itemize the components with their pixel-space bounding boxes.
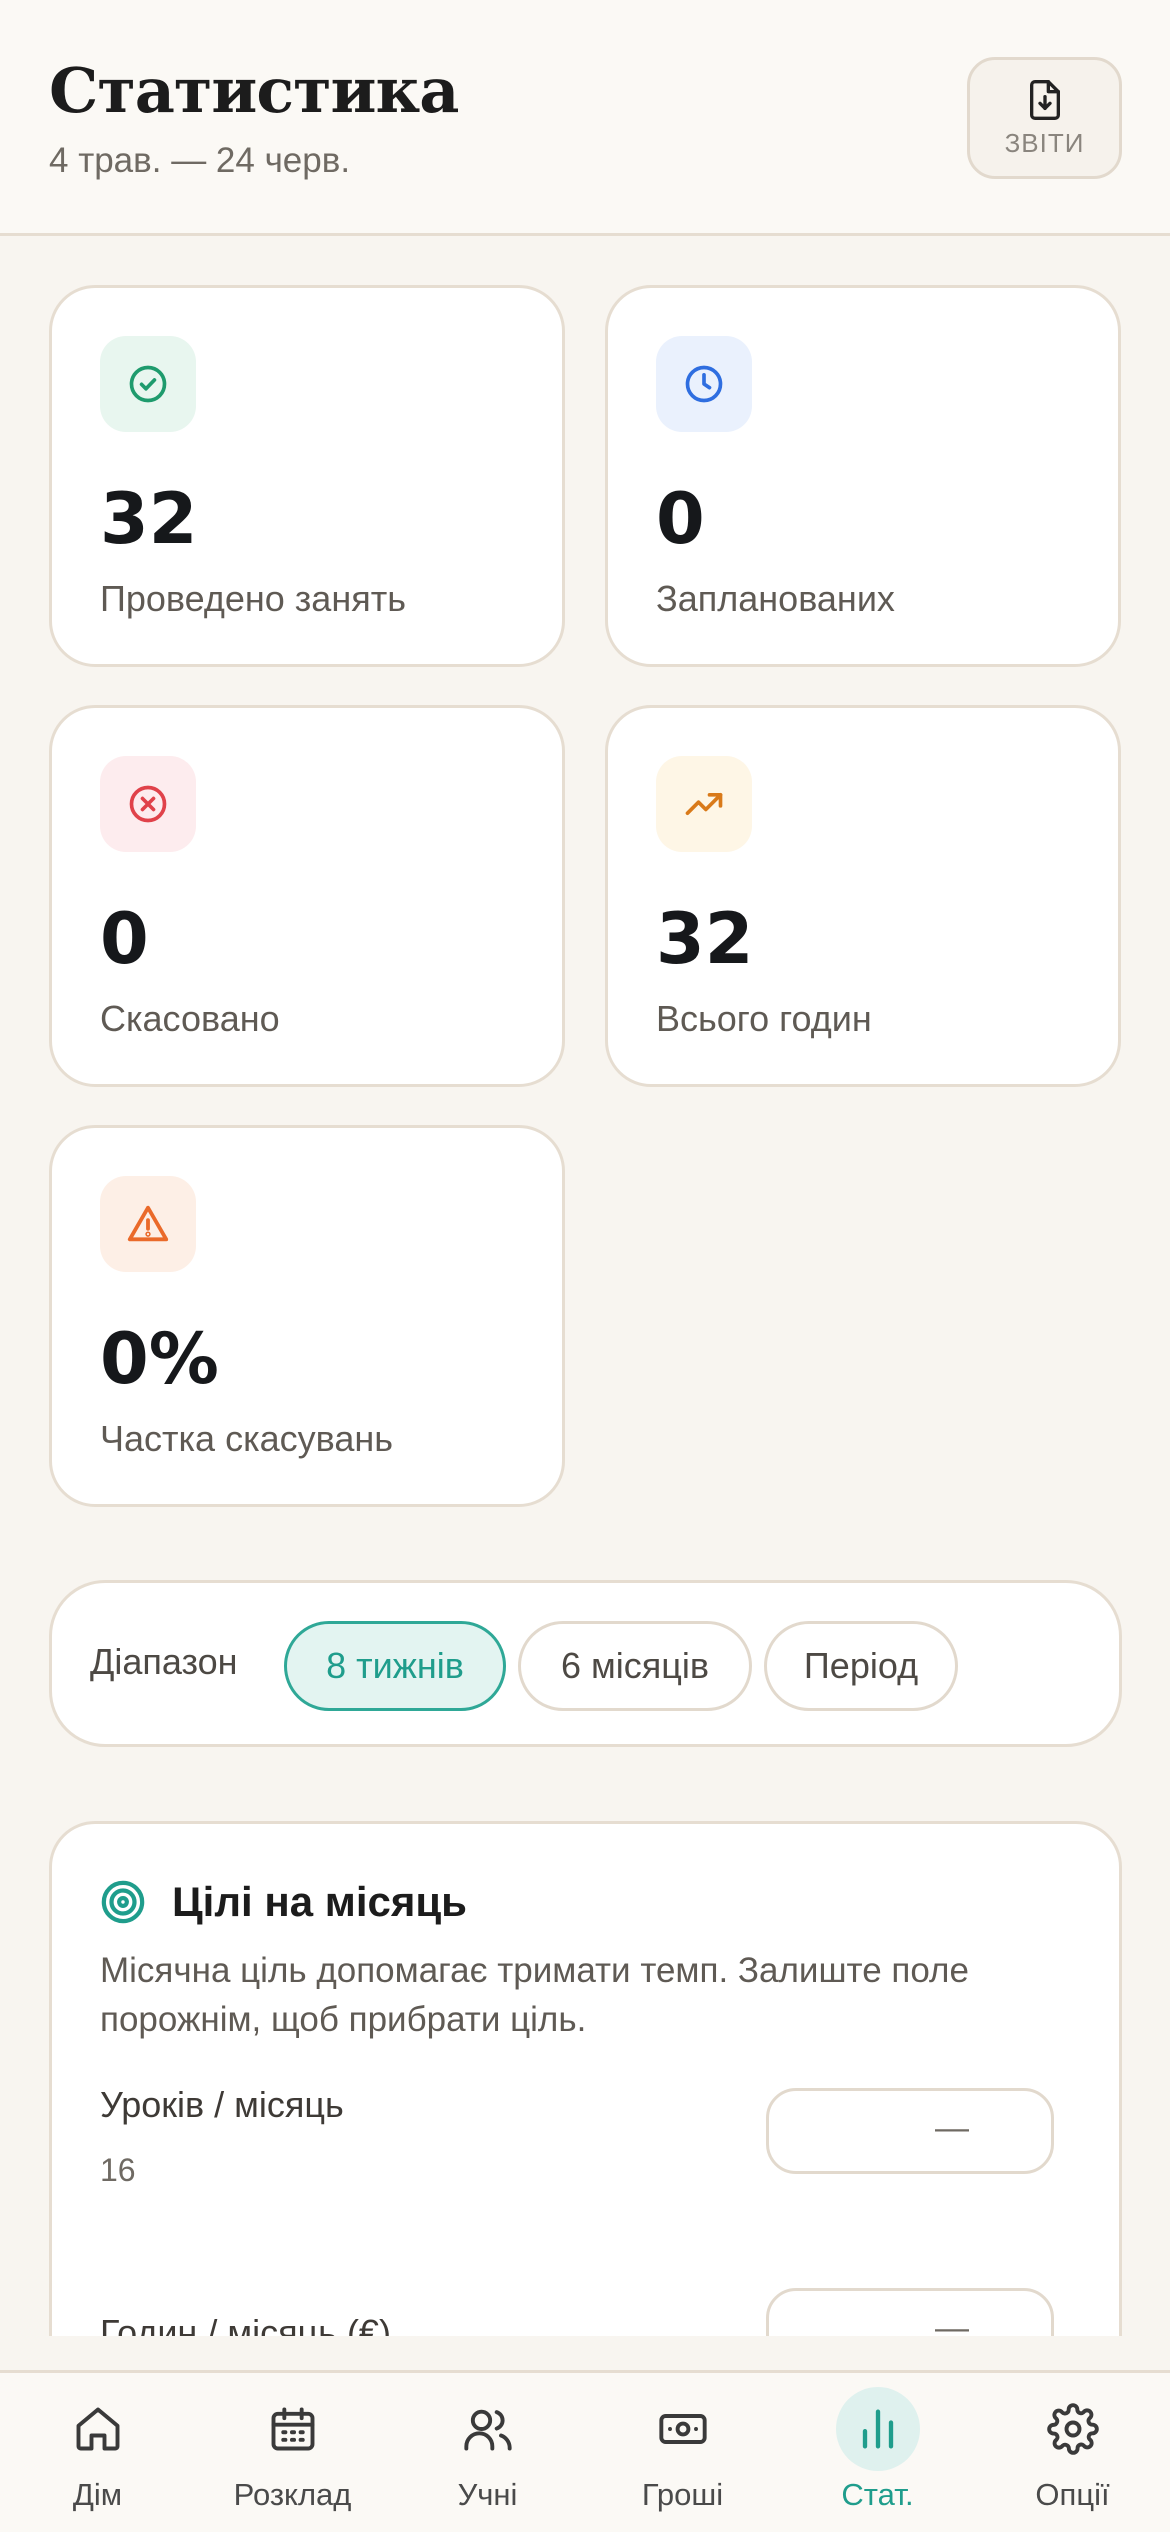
users-icon <box>446 2387 530 2471</box>
goals-header: Цілі на місяць <box>100 1878 467 1926</box>
stat-card-cancelled: 0 Скасовано <box>49 705 565 1087</box>
page-header: Статистика 4 трав. — 24 черв. ЗВІТИ <box>0 0 1170 236</box>
gear-icon <box>1031 2387 1115 2471</box>
nav-item-schedule[interactable]: Розклад <box>195 2373 390 2532</box>
range-selector: Діапазон 8 тижнів 6 місяців Період <box>49 1580 1122 1747</box>
nav-label: Стат. <box>841 2477 914 2512</box>
scroll-fade <box>0 2336 1170 2372</box>
trending-up-icon <box>656 756 752 852</box>
stat-card-cancel-rate: 0% Частка скасувань <box>49 1125 565 1507</box>
nav-item-stats[interactable]: Стат. <box>780 2373 975 2532</box>
nav-label: Учні <box>457 2477 518 2512</box>
range-chip-6-months[interactable]: 6 місяців <box>518 1621 752 1711</box>
calendar-icon <box>251 2387 335 2471</box>
file-download-icon <box>1029 79 1060 120</box>
home-icon <box>56 2387 140 2471</box>
goals-title: Цілі на місяць <box>172 1878 468 1925</box>
goal-input-value: — <box>935 2109 969 2147</box>
stat-value: 0 <box>100 898 149 980</box>
stat-card-planned: 0 Запланованих <box>605 285 1121 667</box>
lessons-goal-input[interactable]: — <box>766 2088 1054 2174</box>
warning-icon <box>100 1176 196 1272</box>
stat-label: Запланованих <box>656 578 895 619</box>
stat-value: 0 <box>656 478 705 560</box>
goals-description: Місячна ціль допомагає тримати темп. Зал… <box>100 1951 969 2039</box>
nav-item-money[interactable]: Гроші <box>585 2373 780 2532</box>
x-circle-icon <box>100 756 196 852</box>
nav-item-home[interactable]: Дім <box>0 2373 195 2532</box>
nav-label: Гроші <box>641 2477 724 2512</box>
reports-button-label: ЗВІТИ <box>1004 127 1085 158</box>
date-range-subtitle: 4 трав. — 24 черв. <box>49 141 351 180</box>
nav-item-students[interactable]: Учні <box>390 2373 585 2532</box>
reports-button[interactable]: ЗВІТИ <box>967 57 1122 179</box>
nav-item-options[interactable]: Опції <box>975 2373 1170 2532</box>
target-icon <box>101 1880 145 1924</box>
nav-label: Дім <box>72 2477 123 2512</box>
range-label: Діапазон <box>90 1641 238 1682</box>
bar-chart-icon <box>835 2387 920 2471</box>
check-circle-icon <box>100 336 196 432</box>
bottom-navigation: Дім Розклад Учні Гроші Стат. Опції <box>0 2370 1170 2532</box>
stat-label: Всього годин <box>656 998 872 1039</box>
money-icon <box>641 2387 725 2471</box>
goal-label-lessons: Уроків / місяць <box>100 2084 344 2125</box>
stat-label: Частка скасувань <box>100 1418 394 1459</box>
range-chip-8-weeks[interactable]: 8 тижнів <box>284 1621 506 1711</box>
stat-label: Скасовано <box>100 998 280 1039</box>
stat-value: 32 <box>656 898 754 980</box>
clock-icon <box>656 336 752 432</box>
stat-card-total-hours: 32 Всього годин <box>605 705 1121 1087</box>
nav-label: Розклад <box>233 2477 352 2512</box>
stat-value: 32 <box>100 478 198 560</box>
page-title: Статистика <box>49 54 459 127</box>
goal-value-lessons: 16 <box>100 2152 136 2188</box>
nav-label: Опції <box>1035 2477 1110 2512</box>
stat-label: Проведено занять <box>100 578 406 619</box>
range-chip-period[interactable]: Період <box>764 1621 958 1711</box>
stat-value: 0% <box>100 1318 219 1400</box>
stat-card-completed: 32 Проведено занять <box>49 285 565 667</box>
